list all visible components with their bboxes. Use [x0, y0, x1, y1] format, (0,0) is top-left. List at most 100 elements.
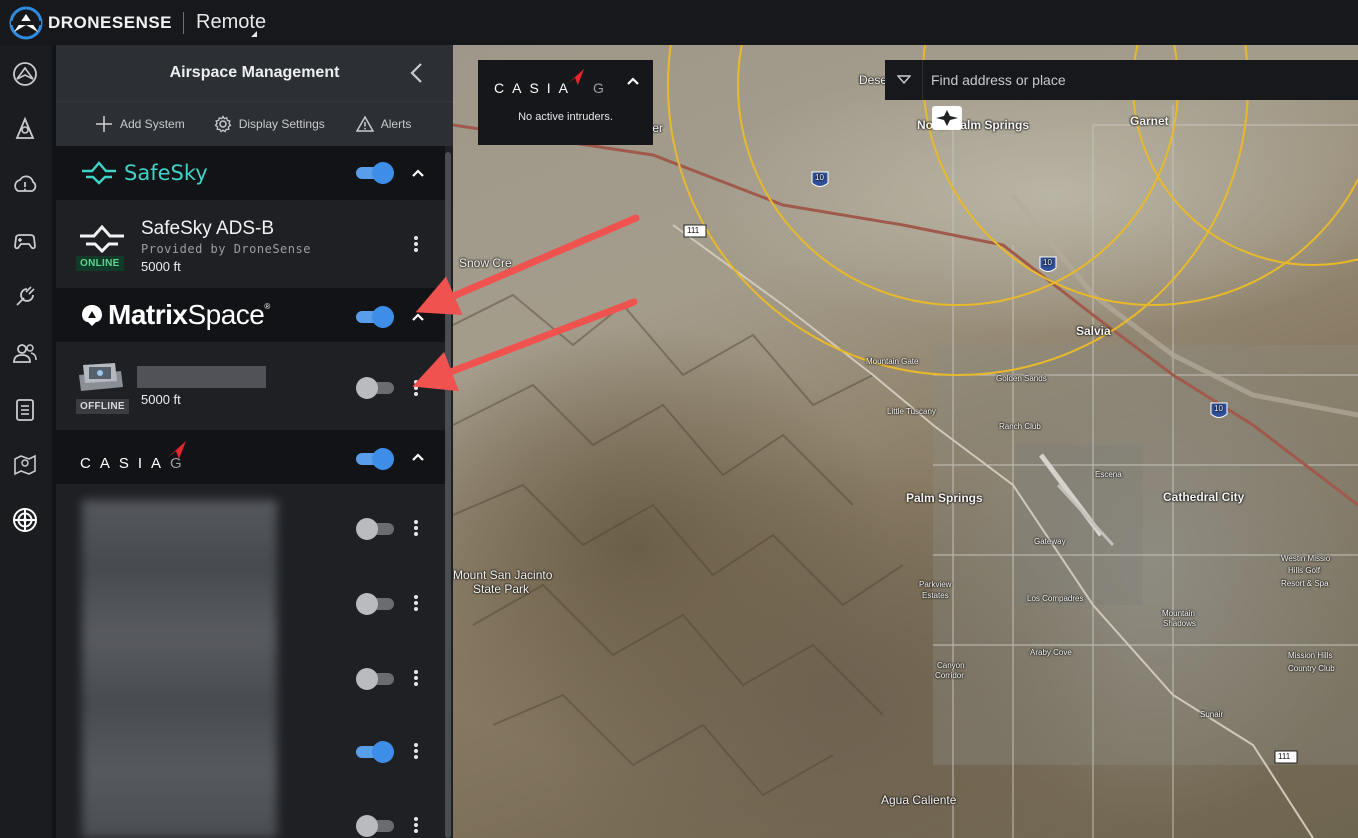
- airspace-management-panel: Airspace Management Add System Display S…: [56, 45, 453, 838]
- casia-device-toggle[interactable]: [356, 815, 394, 837]
- add-system-button[interactable]: Add System: [95, 115, 185, 133]
- dronesense-logo-icon: [8, 5, 44, 41]
- chevron-up-icon[interactable]: [626, 74, 640, 88]
- matrixspace-mark-icon: [82, 305, 102, 326]
- nav-map-pin-icon[interactable]: [11, 450, 39, 478]
- scrollbar-thumb[interactable]: [445, 152, 451, 838]
- map-label-araby-cove: Araby Cove: [1030, 648, 1072, 657]
- map-label-state-park: State Park: [473, 582, 530, 596]
- safesky-device-icon: [80, 224, 124, 254]
- casia-logo-text: CASIA: [80, 454, 171, 472]
- casia-device-toggle[interactable]: [356, 518, 394, 540]
- brand-name: DRONESENSE: [48, 12, 173, 32]
- i10-label: 10: [815, 173, 824, 182]
- nav-checklist-icon[interactable]: [11, 395, 39, 423]
- map-label-westin-2: Hills Golf: [1288, 566, 1321, 575]
- matrixspace-device-toggle[interactable]: [356, 377, 394, 399]
- map-label-mission-hills-2: Country Club: [1288, 664, 1335, 673]
- map-label-los-compadres: Los Compadres: [1027, 594, 1084, 603]
- casia-device-toggle[interactable]: [356, 668, 394, 690]
- map-label-shadows: Shadows: [1163, 619, 1196, 628]
- redacted-device-name: [137, 366, 266, 388]
- matrixspace-logo-bold: Matrix: [108, 299, 188, 330]
- nav-controller-icon[interactable]: [11, 227, 39, 255]
- nav-pilot-icon[interactable]: [11, 115, 39, 143]
- hwy-111-label: 111: [687, 226, 700, 235]
- casia-red-mark-icon: [567, 68, 585, 86]
- map-label-salvia: Salvia: [1076, 324, 1111, 338]
- casia-section-header: CASIA G: [56, 430, 445, 484]
- collapse-panel-chevron-icon[interactable]: [407, 61, 427, 85]
- map-label-canyon: Canyon: [937, 661, 965, 670]
- display-settings-button[interactable]: Display Settings: [214, 115, 325, 133]
- plus-icon: [96, 116, 112, 132]
- panel-title: Airspace Management: [169, 64, 340, 81]
- address-search-input[interactable]: [923, 72, 1358, 88]
- map-label-mount-san-jacinto: Mount San Jacinto: [453, 568, 553, 582]
- nav-tools-icon[interactable]: [11, 283, 39, 311]
- gear-icon: [214, 115, 232, 133]
- casia-device-toggle[interactable]: [356, 741, 394, 763]
- casia-overlay-logo-suffix: G: [593, 80, 604, 96]
- casia-section-toggle[interactable]: [356, 448, 394, 470]
- casia-logo: CASIA G: [80, 430, 186, 484]
- add-system-label: Add System: [120, 117, 185, 131]
- product-menu-corner-icon[interactable]: [251, 31, 257, 37]
- matrixspace-logo: Matrix Space ®: [80, 288, 270, 342]
- map-label-golden-sands: Golden Sands: [996, 374, 1047, 383]
- triangle-down-icon: [896, 75, 911, 85]
- brand-divider: [183, 11, 185, 34]
- search-dropdown-button[interactable]: [885, 60, 923, 100]
- device-altitude: 5000 ft: [141, 259, 181, 274]
- map-label-westin-1: Westin Missio: [1281, 554, 1331, 563]
- device-altitude: 5000 ft: [141, 392, 181, 407]
- casia-device-toggle[interactable]: [356, 593, 394, 615]
- chevron-up-icon[interactable]: [411, 310, 425, 324]
- casia-device-row[interactable]: [56, 484, 445, 558]
- status-badge-offline: OFFLINE: [76, 399, 129, 414]
- matrixspace-device-row[interactable]: OFFLINE 5000 ft: [56, 342, 445, 430]
- casia-red-mark-icon: [167, 441, 186, 459]
- casia-device-row[interactable]: [56, 782, 445, 838]
- map-label-palm-springs: Palm Springs: [906, 491, 983, 505]
- safesky-logo: SafeSky: [80, 146, 208, 200]
- device-menu-icon[interactable]: [411, 815, 421, 835]
- device-menu-icon[interactable]: [411, 668, 421, 688]
- left-nav-rail: [0, 45, 52, 838]
- nav-airspace-radar-icon[interactable]: [11, 506, 39, 534]
- casia-device-row[interactable]: [56, 633, 445, 707]
- chevron-up-icon[interactable]: [411, 166, 425, 180]
- casia-overlay-logo-text: CASIA: [494, 80, 577, 96]
- nav-fleet-icon[interactable]: [11, 60, 39, 88]
- alerts-button[interactable]: Alerts: [355, 115, 412, 133]
- casia-device-row[interactable]: [56, 707, 445, 782]
- matrixspace-section-toggle[interactable]: [356, 306, 394, 328]
- alerts-label: Alerts: [380, 117, 412, 131]
- device-menu-icon[interactable]: [411, 378, 421, 398]
- casia-device-row[interactable]: [56, 558, 445, 633]
- panel-toolbar: Add System Display Settings Alerts: [56, 101, 453, 146]
- satellite-map[interactable]: Dese ter North Palm Springs Garnet Snow …: [453, 45, 1358, 838]
- nav-people-icon[interactable]: [11, 339, 39, 367]
- matrixspace-section-header: Matrix Space ®: [56, 288, 445, 342]
- airport-marker-icon[interactable]: [931, 105, 963, 131]
- device-provider: Provided by DroneSense: [141, 242, 311, 256]
- map-label-gateway: Gateway: [1034, 537, 1066, 546]
- chevron-up-icon[interactable]: [411, 450, 425, 464]
- map-search-bar: [885, 60, 1358, 100]
- device-menu-icon[interactable]: [411, 741, 421, 761]
- radar-device-icon: [79, 363, 123, 391]
- safesky-section-toggle[interactable]: [356, 162, 394, 184]
- hwy-111-label: 111: [1278, 752, 1291, 761]
- device-menu-icon[interactable]: [411, 234, 421, 254]
- map-label-corridor: Corridor: [935, 671, 964, 680]
- safesky-adsb-row[interactable]: ONLINE SafeSky ADS-B Provided by DroneSe…: [56, 200, 445, 288]
- device-menu-icon[interactable]: [411, 518, 421, 538]
- map-label-little-tuscany: Little Tuscany: [887, 407, 936, 416]
- map-label-escena: Escena: [1095, 470, 1122, 479]
- i10-label: 10: [1214, 404, 1223, 413]
- map-label-cathedral-city: Cathedral City: [1163, 490, 1245, 504]
- nav-incident-icon[interactable]: [11, 171, 39, 199]
- device-menu-icon[interactable]: [411, 593, 421, 613]
- panel-scrollbar[interactable]: [445, 146, 451, 838]
